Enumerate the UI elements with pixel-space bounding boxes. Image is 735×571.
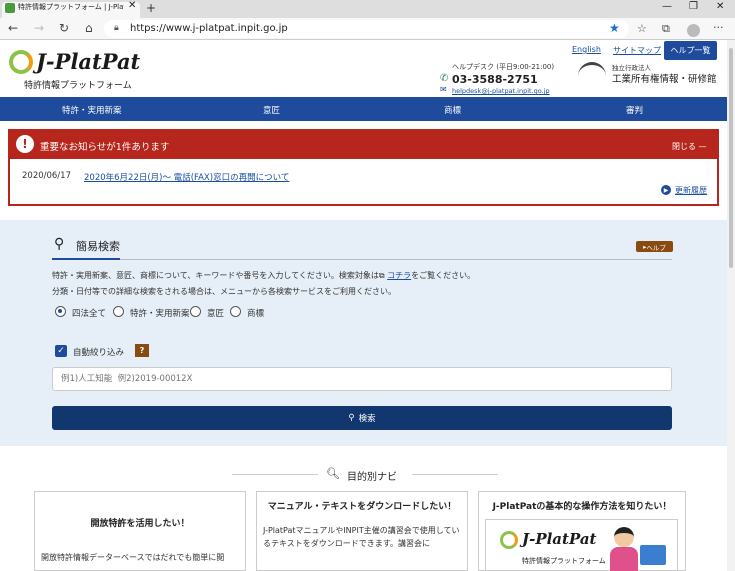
- radio-design[interactable]: [190, 306, 201, 317]
- auto-filter-help-icon[interactable]: ?: [135, 344, 149, 357]
- collections-icon[interactable]: ⧉: [662, 22, 670, 36]
- nav-item-patent[interactable]: 特許・実用新案: [62, 104, 122, 116]
- notice-close-button[interactable]: 閉じる —: [672, 141, 707, 152]
- search-description-1: 特許・実用新案、意匠、商標について、キーワードや番号を入力してください。検索対象…: [52, 270, 475, 281]
- card-body: J-PlatPatマニュアルやINPIT主催の講習会で使用しているテキストをダウ…: [263, 526, 460, 548]
- helpdesk-label: ヘルプデスク (平日9:00-21:00): [452, 63, 555, 71]
- banner-person-head: [614, 527, 634, 547]
- inpit-logo-icon[interactable]: [578, 62, 606, 82]
- auto-filter-label[interactable]: 自動絞り込み: [73, 346, 124, 358]
- auto-filter-checkbox[interactable]: ✓: [55, 345, 67, 357]
- url-text[interactable]: https://www.j-platpat.inpit.go.jp: [130, 23, 288, 34]
- search-help-button[interactable]: ▸ ヘルプ: [636, 241, 673, 252]
- nav-item-trademark[interactable]: 商標: [444, 104, 461, 116]
- desc1-post: をご覧ください。: [411, 271, 476, 280]
- browser-tab-title[interactable]: 特許情報プラットフォーム | J-PlatPat: [18, 2, 124, 12]
- help-list-button[interactable]: ヘルプ一覧: [664, 41, 717, 60]
- divider-right: [412, 474, 498, 475]
- notice-link[interactable]: 2020年6月22日(月)～ 電話(FAX)窓口の再開について: [84, 171, 289, 183]
- card-title[interactable]: 開放特許を活用したい！: [35, 517, 245, 531]
- scrollbar-thumb[interactable]: [729, 48, 733, 268]
- divider-left: [232, 474, 318, 475]
- radio-label-trademark[interactable]: 商標: [247, 307, 264, 319]
- purpose-nav-icon: 🔍︎: [326, 467, 340, 480]
- helpdesk-mail-link[interactable]: helpdesk@j-platpat.inpit.go.jp: [452, 87, 550, 95]
- banner-logo-icon: [500, 531, 518, 549]
- radio-all-four[interactable]: [55, 306, 66, 317]
- divider: [52, 259, 672, 260]
- refresh-icon[interactable]: ↻: [59, 21, 69, 35]
- phone-icon: ✆: [440, 73, 449, 84]
- helpdesk-phone: 03-3588-2751: [452, 73, 538, 86]
- card-open-patent[interactable]: 開放特許を活用したい！ 開放特許情報データーベースではだれでも簡単に閲: [34, 491, 246, 571]
- forward-icon[interactable]: →: [34, 21, 44, 35]
- restore-icon[interactable]: ❐: [689, 1, 698, 12]
- nav-item-design[interactable]: 意匠: [263, 104, 280, 116]
- search-button-icon: ⚲: [348, 413, 355, 423]
- favicon-icon: [5, 3, 15, 13]
- banner-monitor-illustration: [640, 545, 666, 565]
- home-icon[interactable]: ⌂: [85, 21, 93, 35]
- nav-item-trial[interactable]: 審判: [626, 104, 643, 116]
- back-icon[interactable]: ←: [8, 21, 18, 35]
- simple-search-title: 簡易検索: [76, 240, 120, 253]
- notice-title: 重要なお知らせが1件あります: [40, 142, 170, 153]
- alert-icon: !: [16, 135, 34, 153]
- search-help-label[interactable]: ヘルプ: [646, 242, 666, 252]
- card-body: 開放特許情報データーベースではだれでも簡単に閲: [41, 553, 225, 562]
- search-button-label[interactable]: 検索: [359, 412, 376, 424]
- menu-icon[interactable]: ···: [713, 21, 724, 34]
- radio-patent[interactable]: [113, 306, 124, 317]
- mail-icon: ✉: [440, 85, 447, 94]
- search-input[interactable]: [52, 367, 672, 391]
- lock-icon[interactable]: 🔒︎: [114, 23, 119, 33]
- banner-person-illustration: [610, 547, 638, 571]
- tab-close-icon[interactable]: ✕: [128, 0, 136, 11]
- star-icon[interactable]: ★: [609, 21, 620, 35]
- target-link[interactable]: コチラ: [387, 271, 411, 280]
- search-description-2: 分類・日付等での詳細な検索をされる場合は、メニューから各検索サービスをご利用くだ…: [52, 287, 396, 296]
- radio-label-design[interactable]: 意匠: [207, 307, 224, 319]
- english-link[interactable]: English: [572, 45, 601, 54]
- site-logo[interactable]: J-PlatPat: [36, 49, 140, 74]
- window-close-icon[interactable]: ✕: [716, 1, 724, 12]
- minimize-icon[interactable]: —: [662, 1, 672, 12]
- card-title[interactable]: マニュアル・テキストをダウンロードしたい！: [263, 500, 461, 514]
- inpit-name[interactable]: 工業所有権情報・研修館: [612, 71, 717, 85]
- banner-logo-text: J-PlatPat: [522, 530, 597, 548]
- new-tab-button[interactable]: +: [146, 1, 156, 15]
- history-link[interactable]: 更新履歴: [675, 185, 707, 196]
- favorites-icon[interactable]: ☆: [637, 22, 647, 35]
- external-link-icon: ⧉: [378, 271, 385, 280]
- radio-trademark[interactable]: [230, 306, 241, 317]
- banner-subtitle: 特許情報プラットフォーム: [522, 557, 606, 565]
- search-button[interactable]: ⚲ 検索: [52, 406, 672, 430]
- sitemap-link[interactable]: サイトマップ: [613, 45, 661, 56]
- notice-date: 2020/06/17: [22, 171, 71, 181]
- card-title[interactable]: J-PlatPatの基本的な操作方法を知りたい！: [479, 500, 685, 514]
- title-underline: [52, 258, 120, 260]
- profile-icon[interactable]: [687, 24, 700, 37]
- desc1-text: 特許・実用新案、意匠、商標について、キーワードや番号を入力してください。検索対象…: [52, 271, 379, 280]
- logo-icon[interactable]: [9, 50, 33, 74]
- site-logo-subtitle: 特許情報プラットフォーム: [24, 81, 132, 91]
- purpose-nav-title: 目的別ナビ: [347, 472, 397, 483]
- radio-label-all[interactable]: 四法全て: [72, 307, 106, 319]
- radio-label-patent[interactable]: 特許・実用新案: [130, 307, 190, 319]
- card-manual-download[interactable]: マニュアル・テキストをダウンロードしたい！ J-PlatPatマニュアルやINP…: [256, 491, 468, 571]
- play-circle-icon[interactable]: ▶: [661, 185, 671, 195]
- search-icon: ⚲: [54, 236, 65, 252]
